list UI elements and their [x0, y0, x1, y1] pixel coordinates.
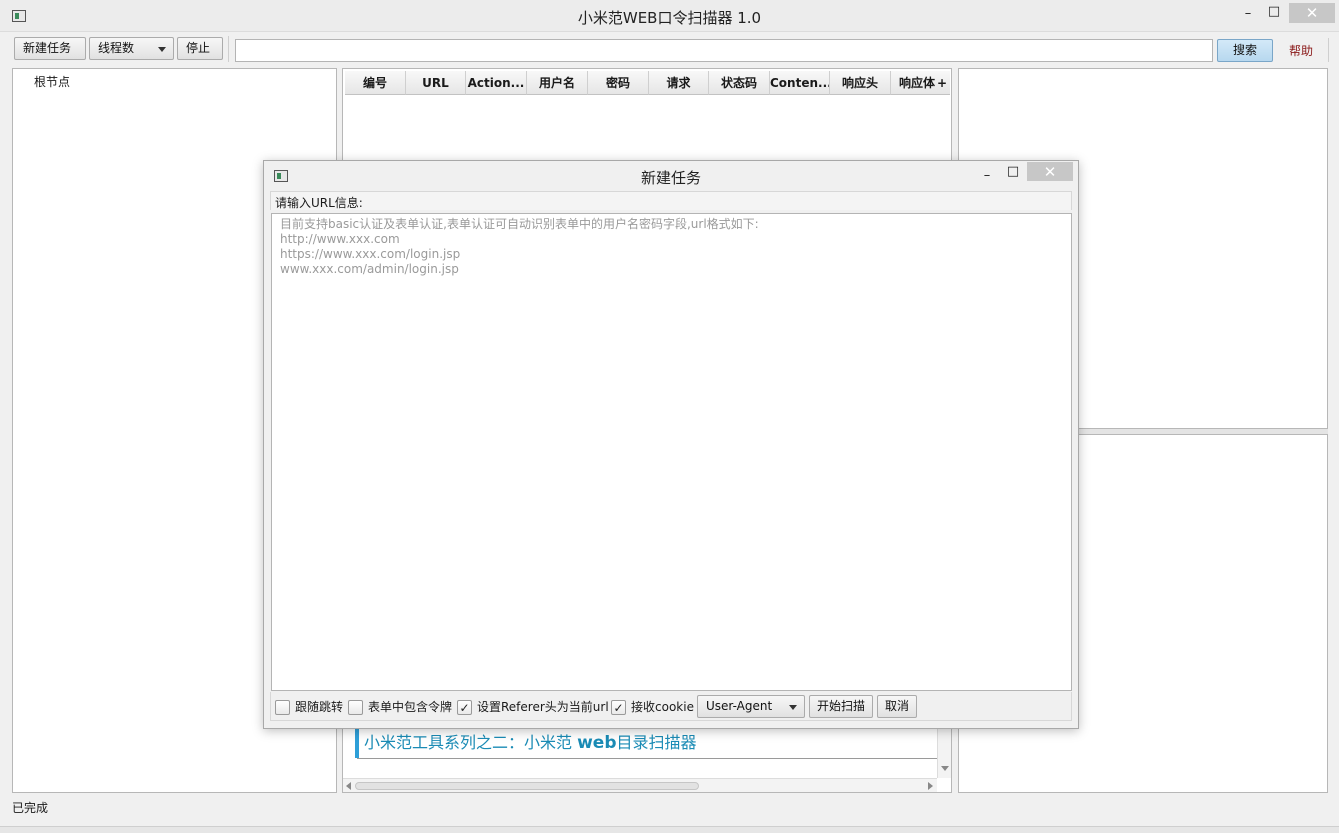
chevron-down-icon — [158, 47, 166, 52]
horizontal-scroll-thumb[interactable] — [355, 782, 699, 790]
user-agent-value: User-Agent — [706, 699, 773, 713]
new-task-button[interactable]: 新建任务 — [14, 37, 86, 60]
form-token-checkbox[interactable] — [348, 700, 363, 715]
tree-root-node[interactable]: 根节点 — [34, 73, 70, 90]
column-header-status-code[interactable]: 状态码 — [709, 71, 770, 95]
scroll-down-icon[interactable] — [941, 766, 949, 771]
url-placeholder-line-2: http://www.xxx.com — [280, 232, 400, 246]
scroll-left-icon[interactable] — [346, 782, 351, 790]
checkmark-icon: ✓ — [459, 701, 470, 715]
status-bar-bottom — [0, 826, 1339, 833]
start-scan-button[interactable]: 开始扫描 — [809, 695, 873, 718]
accept-cookie-label[interactable]: 接收cookie — [631, 700, 694, 715]
stop-button[interactable]: 停止 — [177, 37, 223, 60]
column-header-request[interactable]: 请求 — [649, 71, 709, 95]
column-menu-button[interactable]: + — [937, 71, 950, 95]
window-title: 小米范WEB口令扫描器 1.0 — [577, 9, 762, 27]
close-button[interactable]: ✕ — [1289, 3, 1335, 23]
checkmark-icon: ✓ — [613, 701, 624, 715]
toolbar-edge — [1328, 38, 1329, 62]
accept-cookie-checkbox[interactable]: ✓ — [611, 700, 626, 715]
background-article-title-prefix: 小米范工具系列之二：小米范 — [364, 733, 578, 752]
search-input[interactable] — [235, 39, 1213, 62]
dialog-close-button[interactable]: ✕ — [1027, 162, 1073, 181]
maximize-button[interactable]: □ — [1266, 3, 1282, 21]
column-header-url[interactable]: URL — [406, 71, 466, 95]
status-text: 已完成 — [12, 801, 49, 815]
url-placeholder-line-3: https://www.xxx.com/login.jsp — [280, 247, 461, 261]
vertical-scrollbar[interactable] — [937, 728, 951, 778]
scroll-right-icon[interactable] — [928, 782, 933, 790]
background-article-title: 小米范工具系列之二：小米范 web目录扫描器 — [364, 729, 697, 753]
horizontal-scrollbar[interactable] — [343, 778, 937, 792]
url-prompt-row: 请输入URL信息: — [270, 191, 1072, 210]
new-task-dialog: 新建任务 – □ ✕ 请输入URL信息: 目前支持basic认证及表单认证,表单… — [263, 160, 1079, 729]
toolbar-separator — [228, 36, 229, 62]
column-header-content[interactable]: Conten... — [770, 71, 830, 95]
url-placeholder-line-1: 目前支持basic认证及表单认证,表单认证可自动识别表单中的用户名密码字段,ur… — [280, 217, 759, 231]
background-article-title-bold: web — [577, 733, 617, 753]
url-placeholder-line-4: www.xxx.com/admin/login.jsp — [280, 262, 459, 276]
background-article-title-suffix: 目录扫描器 — [616, 733, 697, 752]
title-bar: 小米范WEB口令扫描器 1.0 – □ ✕ — [0, 0, 1339, 32]
column-header-response-header[interactable]: 响应头 — [830, 71, 891, 95]
search-button[interactable]: 搜索 — [1217, 39, 1273, 62]
help-link[interactable]: 帮助 — [1289, 42, 1313, 59]
cancel-button[interactable]: 取消 — [877, 695, 917, 718]
dialog-maximize-button[interactable]: □ — [1006, 163, 1020, 181]
column-header-password[interactable]: 密码 — [588, 71, 649, 95]
chevron-down-icon — [789, 705, 797, 710]
follow-redirect-label[interactable]: 跟随跳转 — [295, 700, 343, 715]
threads-dropdown[interactable]: 线程数 — [89, 37, 174, 60]
threads-label: 线程数 — [98, 41, 135, 55]
column-header-username[interactable]: 用户名 — [527, 71, 588, 95]
url-textarea[interactable]: 目前支持basic认证及表单认证,表单认证可自动识别表单中的用户名密码字段,ur… — [271, 213, 1072, 691]
column-header-action[interactable]: Action... — [466, 71, 527, 95]
dialog-title: 新建任务 — [640, 169, 701, 187]
column-header-id[interactable]: 编号 — [345, 71, 406, 95]
dialog-minimize-button[interactable]: – — [980, 167, 994, 185]
background-divider — [357, 758, 937, 759]
minimize-button[interactable]: – — [1240, 5, 1256, 23]
column-header-response-body[interactable]: 响应体 — [891, 71, 937, 95]
form-token-label[interactable]: 表单中包含令牌 — [368, 700, 452, 715]
referer-checkbox[interactable]: ✓ — [457, 700, 472, 715]
url-prompt-label: 请输入URL信息: — [275, 196, 363, 210]
quote-accent-bar — [355, 728, 359, 758]
referer-label[interactable]: 设置Referer头为当前url — [477, 700, 609, 715]
user-agent-dropdown[interactable]: User-Agent — [697, 695, 805, 718]
follow-redirect-checkbox[interactable] — [275, 700, 290, 715]
